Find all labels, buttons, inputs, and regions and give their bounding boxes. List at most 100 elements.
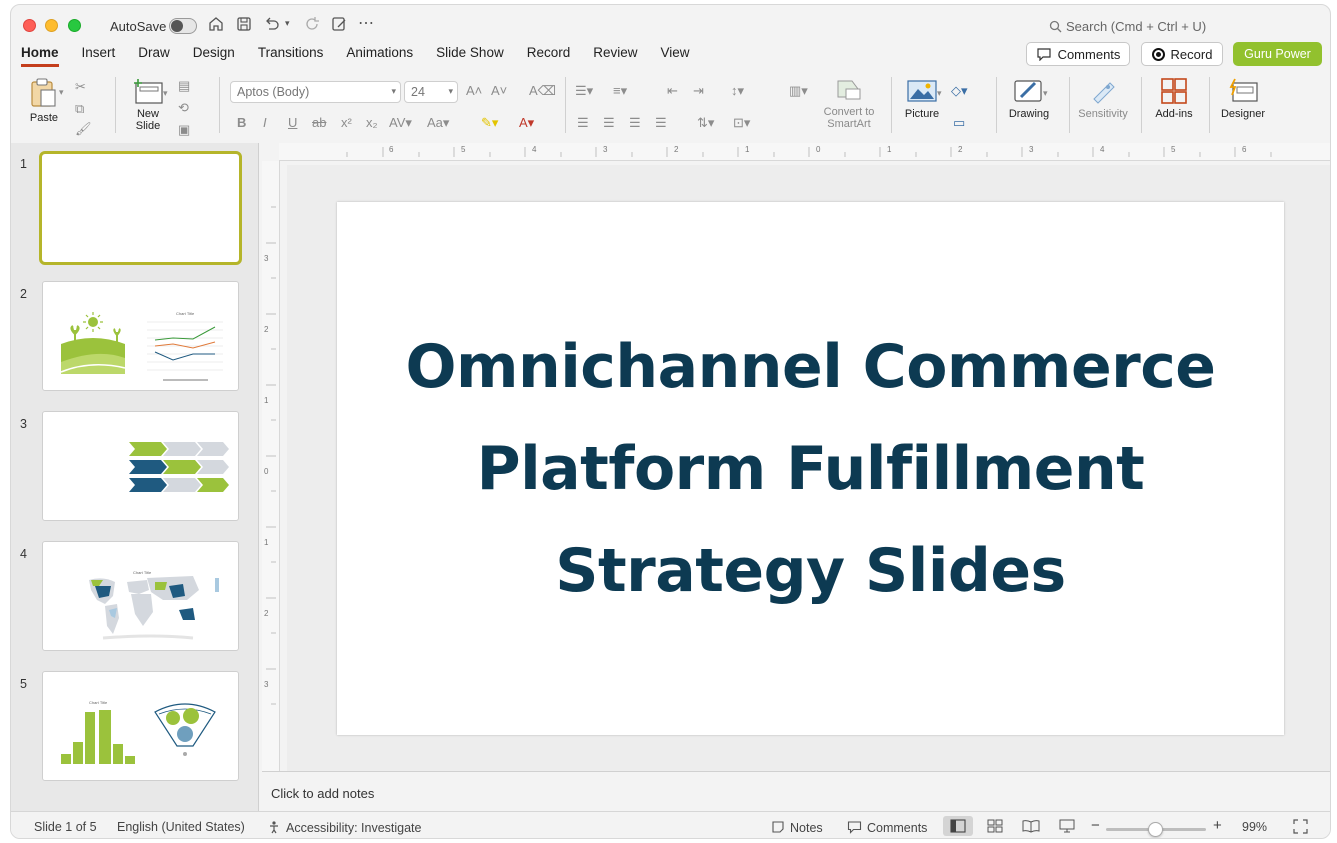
designer-icon (1229, 78, 1258, 102)
slide-thumbnail-3[interactable] (42, 411, 239, 521)
comments-button[interactable]: Comments (1026, 42, 1130, 66)
highlight-icon[interactable]: ✎▾ (481, 115, 498, 131)
strikethrough-icon[interactable]: ab (312, 115, 326, 130)
customize-icon[interactable] (330, 15, 350, 35)
convert-to-smartart-button[interactable]: Convert to SmartArt (819, 77, 879, 130)
align-left-icon[interactable]: ☰ (577, 115, 589, 131)
tab-insert[interactable]: Insert (82, 45, 116, 67)
zoom-in-button[interactable]: + (1213, 817, 1222, 834)
slide-thumbnail-2[interactable]: Chart Title (42, 281, 239, 391)
comment-icon (1036, 48, 1051, 61)
reading-view-button[interactable] (1022, 819, 1040, 836)
record-button[interactable]: Record (1141, 42, 1223, 66)
search-box[interactable]: Search (Cmd + Ctrl + U) (1049, 19, 1206, 34)
home-icon[interactable] (207, 15, 227, 35)
cut-icon[interactable]: ✂ (75, 79, 86, 95)
increase-font-size-icon[interactable]: A˄ (466, 83, 482, 98)
change-case-icon[interactable]: Aa▾ (427, 115, 449, 131)
accessibility-status[interactable]: Accessibility: Investigate (268, 820, 421, 835)
align-center-icon[interactable]: ☰ (603, 115, 615, 131)
bold-icon[interactable]: B (237, 115, 246, 130)
slide-title-textbox[interactable]: Omnichannel Commerce Platform Fulfillmen… (361, 316, 1261, 622)
zoom-out-button[interactable]: − (1091, 817, 1100, 834)
increase-indent-icon[interactable]: ⇥ (693, 83, 704, 99)
copy-icon[interactable]: ⧉ (75, 101, 84, 117)
more-icon[interactable]: ⋯ (358, 13, 378, 33)
clear-formatting-icon[interactable]: A⌫ (529, 83, 556, 99)
new-slide-button[interactable]: New Slide (125, 77, 171, 132)
tab-draw[interactable]: Draw (138, 45, 170, 67)
designer-button[interactable]: Designer (1215, 77, 1271, 120)
zoom-level[interactable]: 99% (1242, 820, 1267, 834)
columns-icon[interactable]: ▥▾ (789, 83, 808, 99)
guru-power-button[interactable]: Guru Power (1233, 42, 1322, 66)
superscript-icon[interactable]: x² (341, 115, 352, 130)
fit-to-window-button[interactable] (1293, 819, 1308, 837)
subscript-icon[interactable]: x₂ (366, 115, 378, 130)
shapes-icon[interactable]: ◇▾ (951, 83, 968, 99)
numbering-icon[interactable]: ≡▾ (613, 83, 627, 99)
align-text-icon[interactable]: ⊡▾ (733, 115, 750, 131)
tab-design[interactable]: Design (193, 45, 235, 67)
line-spacing-icon[interactable]: ↕▾ (731, 83, 744, 99)
comments-toggle-button[interactable]: Comments (847, 820, 927, 835)
new-slide-dropdown-icon[interactable]: ▾ (163, 88, 168, 99)
layout-icon[interactable]: ▤ (178, 78, 190, 94)
tab-slide-show[interactable]: Slide Show (436, 45, 504, 67)
tab-review[interactable]: Review (593, 45, 637, 67)
undo-dropdown-icon[interactable]: ▾ (285, 18, 305, 38)
autosave-toggle[interactable] (169, 18, 197, 34)
decrease-indent-icon[interactable]: ⇤ (667, 83, 678, 99)
tab-transitions[interactable]: Transitions (258, 45, 324, 67)
autosave-label: AutoSave (110, 19, 167, 34)
reset-slide-icon[interactable]: ⟲ (178, 100, 189, 116)
font-size-select[interactable]: 24 ▾ (404, 81, 458, 103)
close-window-button[interactable] (23, 19, 36, 32)
slide-thumbnail-panel[interactable]: 1 2 Chart Title 3 4 Chart Title 5 Chart … (11, 143, 259, 811)
font-color-icon[interactable]: A▾ (519, 115, 534, 131)
tab-home[interactable]: Home (21, 45, 59, 67)
section-icon[interactable]: ▣ (178, 122, 190, 138)
bullets-icon[interactable]: ☰▾ (575, 83, 593, 99)
drawing-dropdown-icon[interactable]: ▾ (1043, 88, 1048, 99)
tab-view[interactable]: View (661, 45, 690, 67)
slideshow-view-button[interactable] (1059, 819, 1075, 836)
svg-text:4: 4 (1100, 145, 1105, 154)
picture-dropdown-icon[interactable]: ▾ (937, 88, 942, 99)
normal-view-button[interactable] (943, 816, 973, 836)
smartart-label-2: SmartArt (827, 118, 871, 130)
italic-icon[interactable]: I (263, 115, 267, 130)
align-right-icon[interactable]: ☰ (629, 115, 641, 131)
font-name-select[interactable]: Aptos (Body) ▾ (230, 81, 401, 103)
notes-placeholder: Click to add notes (271, 786, 375, 801)
svg-text:5: 5 (1171, 145, 1176, 154)
zoom-slider-handle[interactable] (1148, 822, 1163, 837)
addins-button[interactable]: Add-ins (1149, 77, 1199, 120)
justify-icon[interactable]: ☰ (655, 115, 667, 131)
tab-record[interactable]: Record (527, 45, 571, 67)
paste-dropdown-icon[interactable]: ▾ (59, 87, 64, 98)
language-status[interactable]: English (United States) (117, 820, 245, 834)
minimize-window-button[interactable] (45, 19, 58, 32)
notes-pane[interactable]: Click to add notes (262, 771, 1330, 811)
character-spacing-icon[interactable]: AV▾ (389, 115, 412, 131)
text-box-icon[interactable]: ▭ (953, 115, 965, 131)
current-slide[interactable]: Omnichannel Commerce Platform Fulfillmen… (337, 202, 1284, 735)
slide-thumbnail-1[interactable] (39, 151, 242, 265)
grid-view-icon (987, 819, 1003, 833)
save-icon[interactable] (235, 15, 255, 35)
paste-button[interactable]: Paste (23, 77, 65, 124)
zoom-window-button[interactable] (68, 19, 81, 32)
slide-sorter-view-button[interactable] (987, 819, 1003, 836)
slide-thumbnail-4[interactable]: Chart Title (42, 541, 239, 651)
decrease-font-size-icon[interactable]: A˅ (491, 83, 507, 98)
sensitivity-button[interactable]: Sensitivity (1075, 77, 1131, 120)
redo-icon[interactable] (303, 15, 323, 35)
notes-toggle-button[interactable]: Notes (771, 820, 823, 835)
underline-icon[interactable]: U (288, 115, 297, 130)
slide-thumbnail-5[interactable]: Chart Title (42, 671, 239, 781)
text-direction-icon[interactable]: ⇅▾ (697, 115, 714, 131)
undo-icon[interactable] (263, 15, 283, 35)
tab-animations[interactable]: Animations (346, 45, 413, 67)
format-painter-icon[interactable]: 🖌 (75, 121, 92, 137)
